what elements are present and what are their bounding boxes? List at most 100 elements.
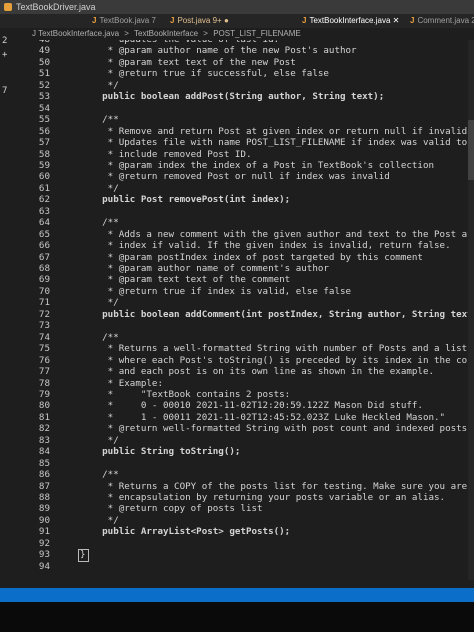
screen-bezel — [0, 602, 474, 632]
code-text: public ArrayList<Post> getPosts(); — [80, 526, 291, 538]
code-text: * index if valid. If the given index is … — [80, 240, 451, 252]
line-number: 60 — [38, 171, 50, 183]
code-text: * Updates file with name POST_LIST_FILEN… — [107, 137, 474, 149]
line-number: 82 — [38, 423, 50, 435]
code-text: * @param text text of the new Post — [80, 56, 296, 68]
code-text: * @return removed Post or null if index … — [80, 171, 390, 183]
code-text: * @return well-formatted String with pos… — [80, 423, 468, 435]
line-number: 63 — [38, 205, 50, 217]
line-number: 49 — [38, 45, 50, 57]
line-number: 75 — [38, 343, 50, 355]
breadcrumb-field[interactable]: POST_LIST_FILENAME — [213, 29, 301, 38]
code-text: * Example: — [80, 377, 163, 389]
code-text: * @param author name of the new Post's a… — [80, 45, 357, 57]
breadcrumb-separator: > — [124, 29, 129, 38]
code-text: */ — [80, 297, 119, 309]
activity-gutter: 2 + 7 — [0, 36, 22, 580]
code-text: * include removed Post ID. — [80, 148, 252, 160]
code-text: /** — [80, 217, 119, 229]
code-text: * @param author name of comment's author — [80, 263, 329, 274]
line-number: 91 — [38, 526, 50, 538]
line-number: 57 — [38, 137, 50, 149]
code-text: * @param postIndex index of post targete… — [80, 251, 423, 263]
tab-comment[interactable]: J Comment.java 2 — [410, 14, 474, 28]
code-text: * Remove and return Post at given index … — [80, 125, 474, 137]
line-number: 89 — [38, 503, 50, 515]
line-number: 86 — [38, 469, 50, 481]
line-number: 84 — [38, 446, 50, 458]
line-number: 68 — [38, 263, 50, 274]
text-cursor — [78, 549, 89, 563]
line-number: 65 — [38, 228, 50, 240]
code-text: */ — [80, 514, 119, 526]
source-control-count-badge[interactable]: 7 — [0, 86, 22, 96]
tab-textbook[interactable]: J TextBook.java 7 — [92, 14, 156, 28]
line-number: 78 — [38, 377, 50, 389]
code-text: * Returns a well-formatted String with n… — [80, 343, 474, 355]
code-text: public Post removePost(int index); — [80, 194, 291, 206]
line-number: 94 — [38, 560, 50, 572]
line-number: 83 — [38, 434, 50, 446]
scrollbar-thumb[interactable] — [468, 120, 474, 180]
code-text: /** — [80, 331, 119, 343]
line-number: 77 — [38, 366, 50, 378]
line-number: 56 — [38, 125, 50, 137]
line-number: 69 — [38, 274, 50, 286]
line-number: 72 — [38, 308, 50, 320]
code-text: * "TextBook contains 2 posts: — [80, 388, 291, 400]
code-text: * @param index the index of a Post in Te… — [80, 159, 435, 171]
modified-dot-icon: ● — [223, 16, 229, 25]
code-text: * Returns a COPY of the posts list for t… — [107, 480, 474, 492]
code-text: * and each post is on its own line as sh… — [80, 366, 435, 378]
line-number: 73 — [38, 320, 50, 332]
line-number: 70 — [38, 285, 50, 297]
code-text: public boolean addComment(int postIndex,… — [80, 308, 474, 320]
code-text: * @return true if index is valid, else f… — [80, 285, 352, 297]
line-number: 87 — [38, 480, 50, 492]
line-number: 62 — [38, 194, 50, 206]
java-file-icon: J — [302, 16, 307, 25]
code-text: */ — [80, 182, 119, 194]
tab-post[interactable]: J Post.java 9+ ● — [170, 14, 229, 28]
code-text: */ — [80, 79, 119, 91]
line-number: 58 — [38, 148, 50, 160]
problems-count-badge[interactable]: 2 — [0, 36, 22, 46]
tab-textbookinterface[interactable]: J TextBookInterface.java ✕ — [302, 14, 399, 28]
java-file-icon: J — [92, 16, 97, 25]
line-number: 80 — [38, 400, 50, 412]
line-number: 50 — [38, 56, 50, 68]
line-number: 93 — [38, 549, 50, 561]
line-number: 92 — [38, 537, 50, 549]
close-icon[interactable]: ✕ — [393, 16, 400, 25]
line-number: 52 — [38, 79, 50, 91]
window-title: TextBookDriver.java — [16, 2, 96, 12]
code-text: * 1 - 00011 2021-11-02T12:45:52.023Z Luk… — [80, 411, 446, 423]
line-number: 81 — [38, 411, 50, 423]
code-text: * 0 - 00010 2021-11-02T12:20:59.122Z Mas… — [80, 400, 423, 412]
code-text: public String toString(); — [80, 446, 241, 458]
line-number: 55 — [38, 114, 50, 126]
line-number: 51 — [38, 68, 50, 80]
line-number: 61 — [38, 182, 50, 194]
line-number: 74 — [38, 331, 50, 343]
editor-tab-bar: J TextBook.java 7 J Post.java 9+ ● J TextBo… — [0, 14, 474, 28]
code-text: * @return copy of posts list — [80, 503, 263, 515]
breadcrumb-file[interactable]: J TextBookInterface.java — [32, 29, 119, 38]
java-file-icon: J — [410, 16, 415, 25]
editor-scrollbar[interactable] — [468, 40, 474, 580]
code-text: * encapsulation by returning your posts … — [80, 492, 446, 503]
breadcrumb-interface[interactable]: TextBookInterface — [134, 29, 198, 38]
add-icon[interactable]: + — [0, 50, 22, 60]
line-number: 90 — [38, 514, 50, 526]
java-file-icon — [4, 3, 12, 11]
window-titlebar: TextBookDriver.java — [0, 0, 474, 14]
code-text: * where each Post's toString() is preced… — [80, 354, 474, 366]
code-text: /** — [80, 469, 119, 481]
java-file-icon: J — [170, 16, 175, 25]
line-number: 85 — [38, 457, 50, 469]
breadcrumb-separator: > — [203, 29, 208, 38]
code-editor[interactable]: 48 * updates the value of last id.49 * @… — [20, 40, 474, 580]
line-number: 64 — [38, 217, 50, 229]
line-number: 67 — [38, 251, 50, 263]
line-number: 79 — [38, 388, 50, 400]
